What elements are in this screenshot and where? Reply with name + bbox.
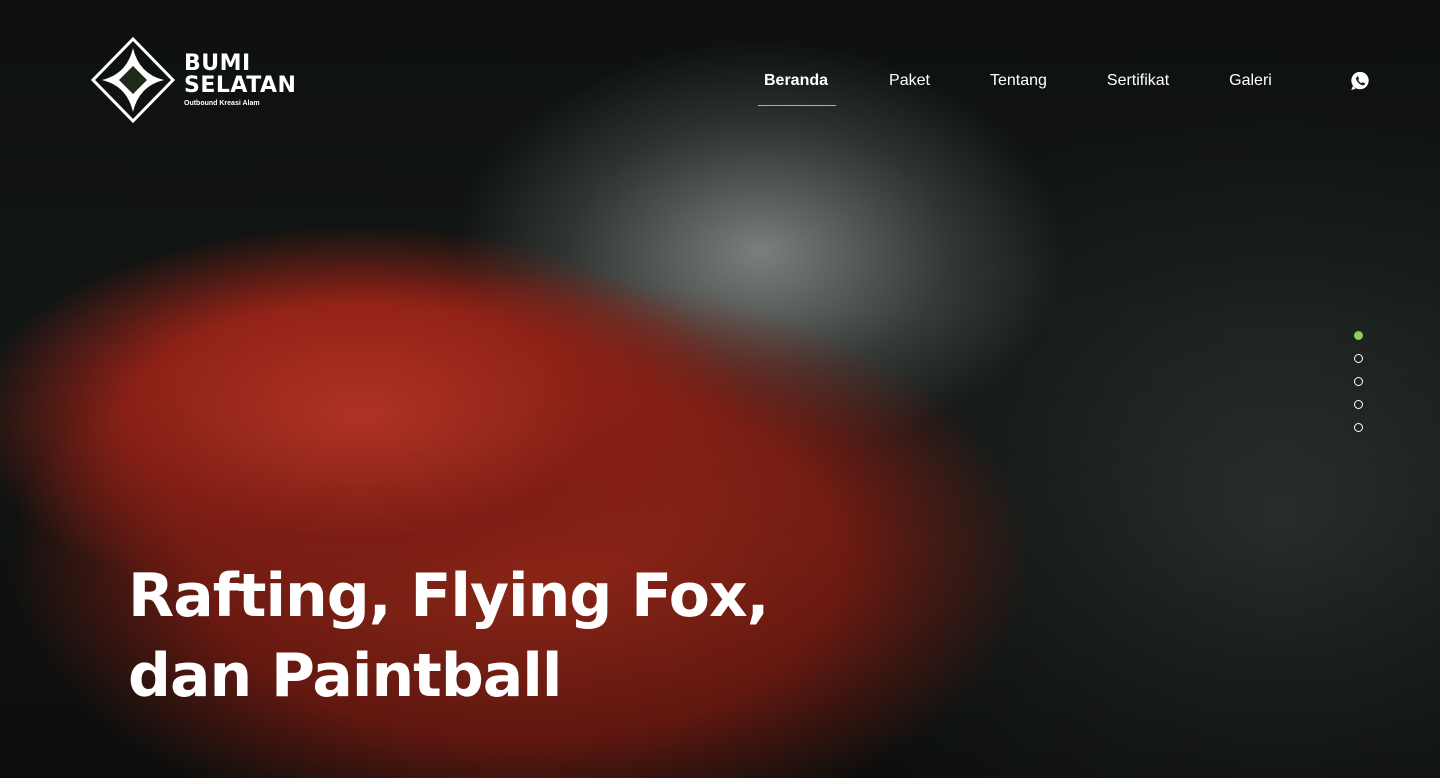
whatsapp-icon[interactable] (1349, 70, 1371, 92)
hero-headline-line1: Rafting, Flying Fox, (128, 561, 769, 631)
brand-logo[interactable]: BUMI SELATAN Outbound Kreasi Alam (90, 36, 296, 124)
slider-dot-1[interactable] (1354, 331, 1363, 340)
nav-item-tentang[interactable]: Tentang (990, 72, 1047, 106)
brand-name-line1: BUMI (184, 51, 251, 76)
nav-item-galeri[interactable]: Galeri (1229, 72, 1272, 106)
logo-mark-icon (90, 36, 176, 124)
hero-headline: Rafting, Flying Fox, dan Paintball (128, 556, 888, 716)
slider-dot-4[interactable] (1354, 400, 1363, 409)
nav-item-beranda[interactable]: Beranda (757, 72, 837, 106)
slider-dot-5[interactable] (1354, 423, 1363, 432)
nav-item-sertifikat[interactable]: Sertifikat (1107, 72, 1169, 106)
brand-name-line2: SELATAN (184, 73, 297, 98)
slider-pagination (1354, 331, 1363, 432)
hero-headline-line2: dan Paintball (128, 641, 562, 711)
main-nav: Beranda Paket Tentang Sertifikat Galeri (757, 72, 1334, 106)
brand-tagline: Outbound Kreasi Alam (184, 100, 260, 107)
slider-dot-3[interactable] (1354, 377, 1363, 386)
nav-item-paket[interactable]: Paket (889, 72, 930, 106)
slider-dot-2[interactable] (1354, 354, 1363, 363)
